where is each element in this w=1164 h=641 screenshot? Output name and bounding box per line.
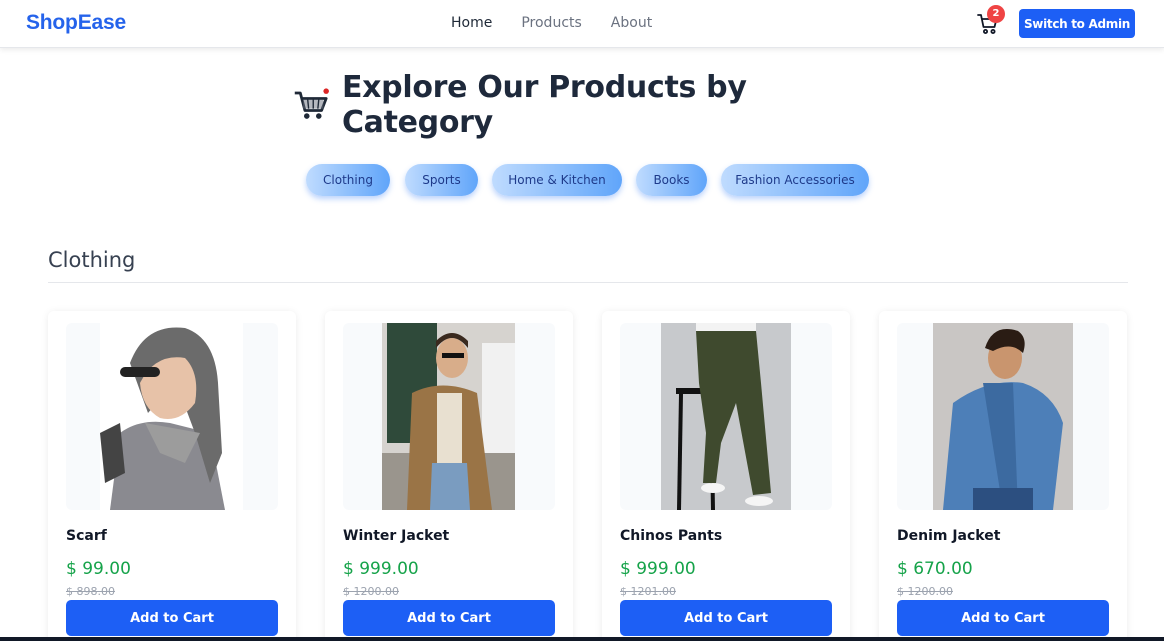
- brand-logo[interactable]: ShopEase: [26, 11, 126, 35]
- winter-jacket-photo: [382, 323, 515, 510]
- category-pill-sports[interactable]: Sports: [405, 164, 478, 196]
- category-pill-clothing[interactable]: Clothing: [306, 164, 390, 196]
- product-name: Chinos Pants: [620, 528, 723, 544]
- page-title: Explore Our Products by Category: [341, 70, 747, 140]
- nav-links: Home Products About: [451, 15, 652, 31]
- product-name: Winter Jacket: [343, 528, 450, 544]
- product-price: $ 670.00: [897, 559, 973, 579]
- category-pill-books[interactable]: Books: [636, 164, 707, 196]
- chinos-pants-photo: [661, 323, 791, 510]
- product-name: Scarf: [66, 528, 107, 544]
- switch-to-admin-button[interactable]: Switch to Admin: [1019, 9, 1135, 38]
- product-original-price: $ 1200.00: [897, 585, 953, 598]
- add-to-cart-button[interactable]: Add to Cart: [66, 600, 278, 636]
- product-image[interactable]: [66, 323, 278, 510]
- product-card[interactable]: Winter Jacket $ 999.00 $ 1200.00 Add to …: [325, 311, 573, 641]
- product-image[interactable]: [343, 323, 555, 510]
- category-pill-home-kitchen[interactable]: Home & Kitchen: [492, 164, 622, 196]
- product-card[interactable]: Chinos Pants $ 999.00 $ 1201.00 Add to C…: [602, 311, 850, 641]
- bottom-edge: [0, 637, 1164, 641]
- product-image[interactable]: [620, 323, 832, 510]
- denim-jacket-photo: [933, 323, 1073, 510]
- nav-about[interactable]: About: [611, 15, 652, 31]
- product-card[interactable]: Denim Jacket $ 670.00 $ 1200.00 Add to C…: [879, 311, 1127, 641]
- nav-home[interactable]: Home: [451, 15, 492, 31]
- product-price: $ 99.00: [66, 559, 131, 579]
- cart-count-badge: 2: [987, 5, 1005, 23]
- add-to-cart-button[interactable]: Add to Cart: [620, 600, 832, 636]
- section-divider: [48, 282, 1128, 283]
- section-title: Clothing: [48, 248, 136, 272]
- category-pill-fashion-accessories[interactable]: Fashion Accessories: [721, 164, 869, 196]
- scarf-photo: [100, 323, 243, 510]
- nav-products[interactable]: Products: [521, 15, 581, 31]
- product-original-price: $ 1201.00: [620, 585, 676, 598]
- add-to-cart-button[interactable]: Add to Cart: [343, 600, 555, 636]
- navbar: ShopEase Home Products About 2 Switch to…: [0, 0, 1164, 48]
- category-filter: Clothing Sports Home & Kitchen Books Fas…: [0, 164, 1164, 196]
- product-original-price: $ 1200.00: [343, 585, 399, 598]
- product-image[interactable]: [897, 323, 1109, 510]
- product-price: $ 999.00: [620, 559, 696, 579]
- add-to-cart-button[interactable]: Add to Cart: [897, 600, 1109, 636]
- product-original-price: $ 898.00: [66, 585, 115, 598]
- product-card[interactable]: Scarf $ 99.00 $ 898.00 Add to Cart: [48, 311, 296, 641]
- product-price: $ 999.00: [343, 559, 419, 579]
- product-name: Denim Jacket: [897, 528, 1001, 544]
- page-heading: Explore Our Products by Category: [292, 70, 892, 140]
- shopping-cart-icon: [294, 88, 329, 119]
